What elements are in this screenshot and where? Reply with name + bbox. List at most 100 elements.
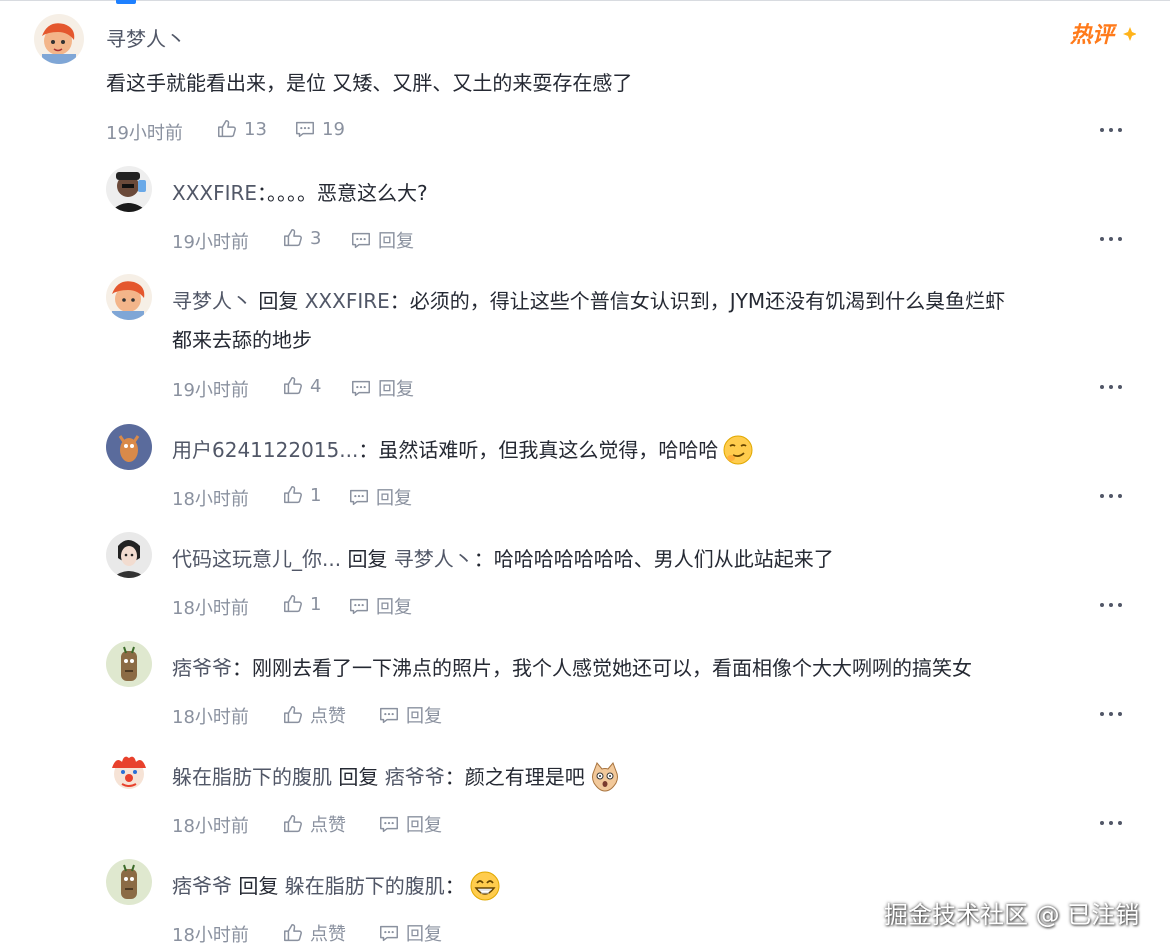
like-count: 1 (310, 484, 322, 506)
reply-text: 寻梦人丶 回复 XXXFIRE：必须的，得让这些个普信女认识到，JYM还没有饥渴… (172, 282, 1005, 321)
like-icon (284, 229, 302, 247)
reply-button[interactable]: 回复 (378, 702, 442, 728)
like-count: 3 (310, 227, 322, 249)
like-button[interactable]: 13 (216, 118, 267, 140)
reply-word: 回复 (347, 547, 388, 571)
reply-label: 回复 (406, 815, 442, 836)
reply-text: 用户6241122015...：虽然话难听，但我真这么觉得，哈哈哈 (172, 431, 754, 470)
like-button[interactable]: 点赞 (282, 920, 346, 946)
avatar[interactable] (34, 14, 84, 64)
reply-author[interactable]: 代码这玩意儿_你... (172, 547, 341, 571)
reply-time: 18小时前 (172, 598, 249, 619)
reply-content: ：刚刚去看了一下沸点的照片，我个人感觉她还可以，看面相像个大大咧咧的搞笑女 (232, 656, 972, 680)
reply-author[interactable]: 寻梦人丶 (172, 289, 252, 313)
reply-button[interactable]: 回复 (350, 375, 414, 401)
avatar[interactable] (106, 424, 152, 470)
more-icon[interactable] (1100, 494, 1122, 498)
reply-word: 回复 (238, 874, 279, 898)
like-button[interactable]: 1 (282, 593, 321, 615)
like-label: 点赞 (310, 706, 346, 727)
more-icon[interactable] (1100, 712, 1122, 716)
more-icon[interactable] (1100, 385, 1122, 389)
avatar[interactable] (106, 166, 152, 212)
svg-text:热评: 热评 (1069, 23, 1118, 48)
avatar[interactable] (106, 274, 152, 320)
like-icon (284, 706, 302, 724)
reply-content: ：。。。。恶意这么大? (257, 181, 428, 205)
reply-word: 回复 (338, 765, 379, 789)
reply-label: 回复 (376, 597, 412, 618)
more-icon[interactable] (1100, 603, 1122, 607)
avatar[interactable] (106, 750, 152, 796)
avatar[interactable] (106, 859, 152, 905)
reply-author[interactable]: 用户6241122015... (172, 438, 358, 462)
comment-icon (380, 925, 398, 942)
reply-text: 痞爷爷：刚刚去看了一下沸点的照片，我个人感觉她还可以，看面相像个大大咧咧的搞笑女 (172, 649, 972, 688)
like-icon (284, 595, 302, 613)
comment-icon (350, 489, 368, 506)
smirk-emoji-icon (723, 435, 753, 464)
more-icon[interactable] (1100, 128, 1122, 132)
watermark: 掘金技术社区 @ 已注销 (884, 901, 1140, 929)
reply-target[interactable]: 寻梦人丶 (394, 547, 474, 571)
reply-time: 18小时前 (172, 816, 249, 837)
like-button[interactable]: 3 (282, 227, 321, 249)
reply-text: XXXFIRE：。。。。恶意这么大? (172, 174, 428, 213)
reply-time: 19小时前 (172, 380, 249, 401)
reply-button[interactable]: 回复 (378, 811, 442, 837)
comment-icon (352, 380, 370, 397)
hot-badge-icon: 热评 (1069, 23, 1136, 48)
reply-text: 代码这玩意儿_你... 回复 寻梦人丶：哈哈哈哈哈哈哈、男人们从此站起来了 (172, 540, 834, 579)
reply-author[interactable]: 躲在脂肪下的腹肌 (172, 765, 332, 789)
reply-button[interactable]: 回复 (348, 484, 412, 510)
reply-label: 回复 (406, 706, 442, 727)
avatar[interactable] (106, 641, 152, 687)
like-icon (218, 120, 236, 138)
like-icon (284, 815, 302, 833)
reply-time: 19小时前 (172, 232, 249, 253)
reply-word: 回复 (258, 289, 299, 313)
reply-time: 18小时前 (172, 925, 249, 946)
reply-time: 18小时前 (172, 707, 249, 728)
comment-author[interactable]: 寻梦人丶 (106, 23, 186, 52)
reply-label: 回复 (376, 488, 412, 509)
grin-emoji-icon (470, 871, 500, 900)
like-icon (284, 377, 302, 395)
like-icon (284, 924, 302, 942)
top-divider (0, 0, 1170, 6)
like-button[interactable]: 1 (282, 484, 321, 506)
reply-target[interactable]: 痞爷爷 (385, 765, 445, 789)
reply-author[interactable]: 痞爷爷 (172, 656, 232, 680)
reply-author[interactable]: 痞爷爷 (172, 874, 232, 898)
reply-label: 回复 (406, 924, 442, 945)
reply-content: ：哈哈哈哈哈哈哈、男人们从此站起来了 (473, 547, 834, 571)
like-count: 4 (310, 375, 322, 397)
reply-target[interactable]: XXXFIRE (305, 289, 390, 313)
reply-target[interactable]: 躲在脂肪下的腹肌 (285, 874, 445, 898)
like-button[interactable]: 点赞 (282, 811, 346, 837)
reply-content: ： (444, 874, 465, 898)
comment-icon (380, 707, 398, 724)
reply-author[interactable]: XXXFIRE (172, 181, 257, 205)
reply-time: 18小时前 (172, 489, 249, 510)
avatar[interactable] (106, 532, 152, 578)
comment-icon (380, 816, 398, 833)
reply-button[interactable]: 回复 (378, 920, 442, 946)
reply-label: 回复 (378, 231, 414, 252)
reply-content: ：必须的，得让这些个普信女认识到，JYM还没有饥渴到什么臭鱼烂虾 (389, 289, 1006, 313)
like-icon (284, 486, 302, 504)
comment-icon (296, 121, 314, 138)
reply-button[interactable]: 回复 (350, 227, 414, 253)
like-button[interactable]: 4 (282, 375, 321, 397)
reply-button[interactable]: 回复 (348, 593, 412, 619)
more-icon[interactable] (1100, 237, 1122, 241)
reply-text: 痞爷爷 回复 躲在脂肪下的腹肌： (172, 867, 501, 906)
like-label: 点赞 (310, 815, 346, 836)
like-button[interactable]: 点赞 (282, 702, 346, 728)
more-icon[interactable] (1100, 821, 1122, 825)
reply-label: 回复 (378, 379, 414, 400)
like-count: 1 (310, 593, 322, 615)
reply-button[interactable]: 19 (294, 118, 345, 140)
comment-icon (350, 598, 368, 615)
like-count: 13 (244, 118, 267, 140)
